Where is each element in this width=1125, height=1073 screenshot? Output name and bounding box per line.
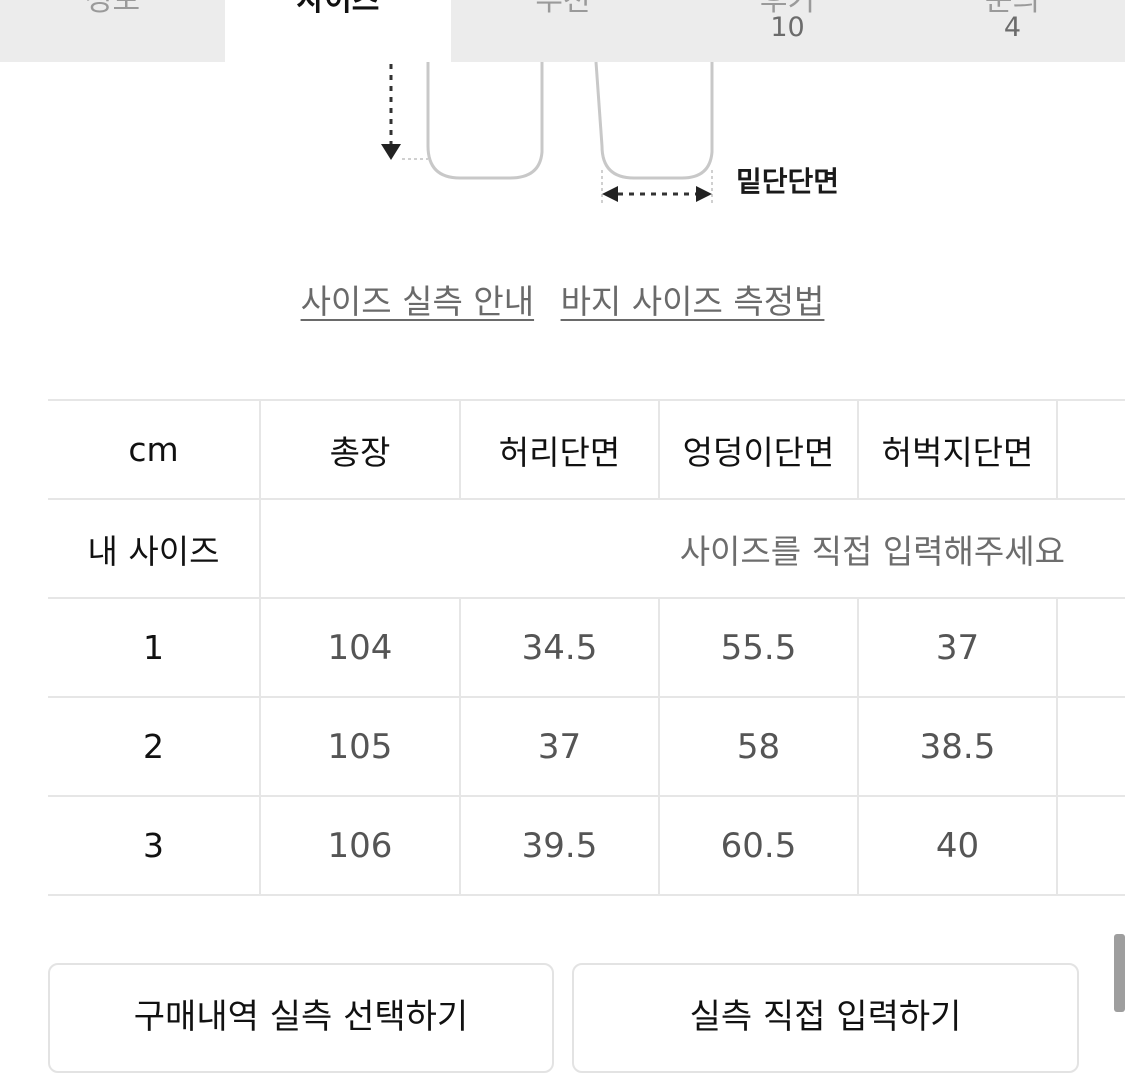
select-purchase-measurement-button[interactable]: 구매내역 실측 선택하기	[48, 963, 554, 1073]
tab-recommend-label: 추천	[535, 0, 591, 18]
tab-qna[interactable]: 문의 4	[900, 0, 1125, 62]
table-header-row: cm 총장 허리단면 엉덩이단면 허벅지단면	[48, 399, 1125, 500]
tab-size[interactable]: 사이즈	[225, 0, 451, 62]
product-tab-bar: 정보 사이즈 추천 후기 10 문의 4	[0, 0, 1125, 62]
thigh-header: 허벅지단면	[858, 399, 1058, 500]
size-label: 2	[48, 696, 261, 797]
table-row: 3 106 39.5 60.5 40	[48, 795, 1125, 896]
tab-info[interactable]: 정보	[0, 0, 225, 62]
measure-method-link[interactable]: 바지 사이즈 측정법	[561, 282, 825, 321]
hip-value: 60.5	[659, 795, 859, 896]
tab-review[interactable]: 후기 10	[675, 0, 900, 62]
length-arrow	[381, 64, 428, 160]
total-length-value: 104	[260, 597, 461, 698]
table-edge-cell	[1057, 696, 1125, 797]
tab-recommend[interactable]: 추천	[451, 0, 675, 62]
total-length-value: 106	[260, 795, 461, 896]
my-size-input[interactable]: 사이즈를 직접 입력해주세요	[260, 498, 1125, 599]
table-row: 2 105 37 58 38.5	[48, 696, 1125, 797]
scrollbar-thumb[interactable]	[1114, 934, 1125, 1012]
tab-review-count: 10	[770, 12, 805, 43]
thigh-value: 38.5	[858, 696, 1058, 797]
left-pant-leg	[426, 62, 544, 180]
waist-value: 37	[460, 696, 660, 797]
total-length-header: 총장	[260, 399, 461, 500]
table-edge-cell	[1057, 597, 1125, 698]
my-size-label: 내 사이즈	[48, 498, 261, 599]
tab-qna-count: 4	[1003, 12, 1022, 43]
size-label: 1	[48, 597, 261, 698]
table-edge-cell	[1057, 795, 1125, 896]
thigh-value: 40	[858, 795, 1058, 896]
table-edge-cell	[1057, 399, 1125, 500]
hip-value: 55.5	[659, 597, 859, 698]
unit-header: cm	[48, 399, 261, 500]
size-guide-links: 사이즈 실측 안내 바지 사이즈 측정법	[0, 280, 1125, 324]
waist-value: 39.5	[460, 795, 660, 896]
tab-info-label: 정보	[84, 0, 141, 18]
hip-header: 엉덩이단면	[659, 399, 859, 500]
table-row: 1 104 34.5 55.5 37	[48, 597, 1125, 698]
waist-header: 허리단면	[460, 399, 660, 500]
total-length-value: 105	[260, 696, 461, 797]
size-table: cm 총장 허리단면 엉덩이단면 허벅지단면 내 사이즈 사이즈를 직접 입력해…	[48, 399, 1125, 896]
hem-width-label: 밑단단면	[736, 165, 840, 198]
tab-size-label: 사이즈	[296, 0, 380, 18]
waist-value: 34.5	[460, 597, 660, 698]
actual-size-guide-link[interactable]: 사이즈 실측 안내	[301, 282, 535, 321]
my-size-row: 내 사이즈 사이즈를 직접 입력해주세요	[48, 498, 1125, 599]
thigh-value: 37	[858, 597, 1058, 698]
right-pant-leg	[594, 62, 714, 180]
size-label: 3	[48, 795, 261, 896]
hip-value: 58	[659, 696, 859, 797]
direct-measurement-input-button[interactable]: 실측 직접 입력하기	[572, 963, 1079, 1073]
